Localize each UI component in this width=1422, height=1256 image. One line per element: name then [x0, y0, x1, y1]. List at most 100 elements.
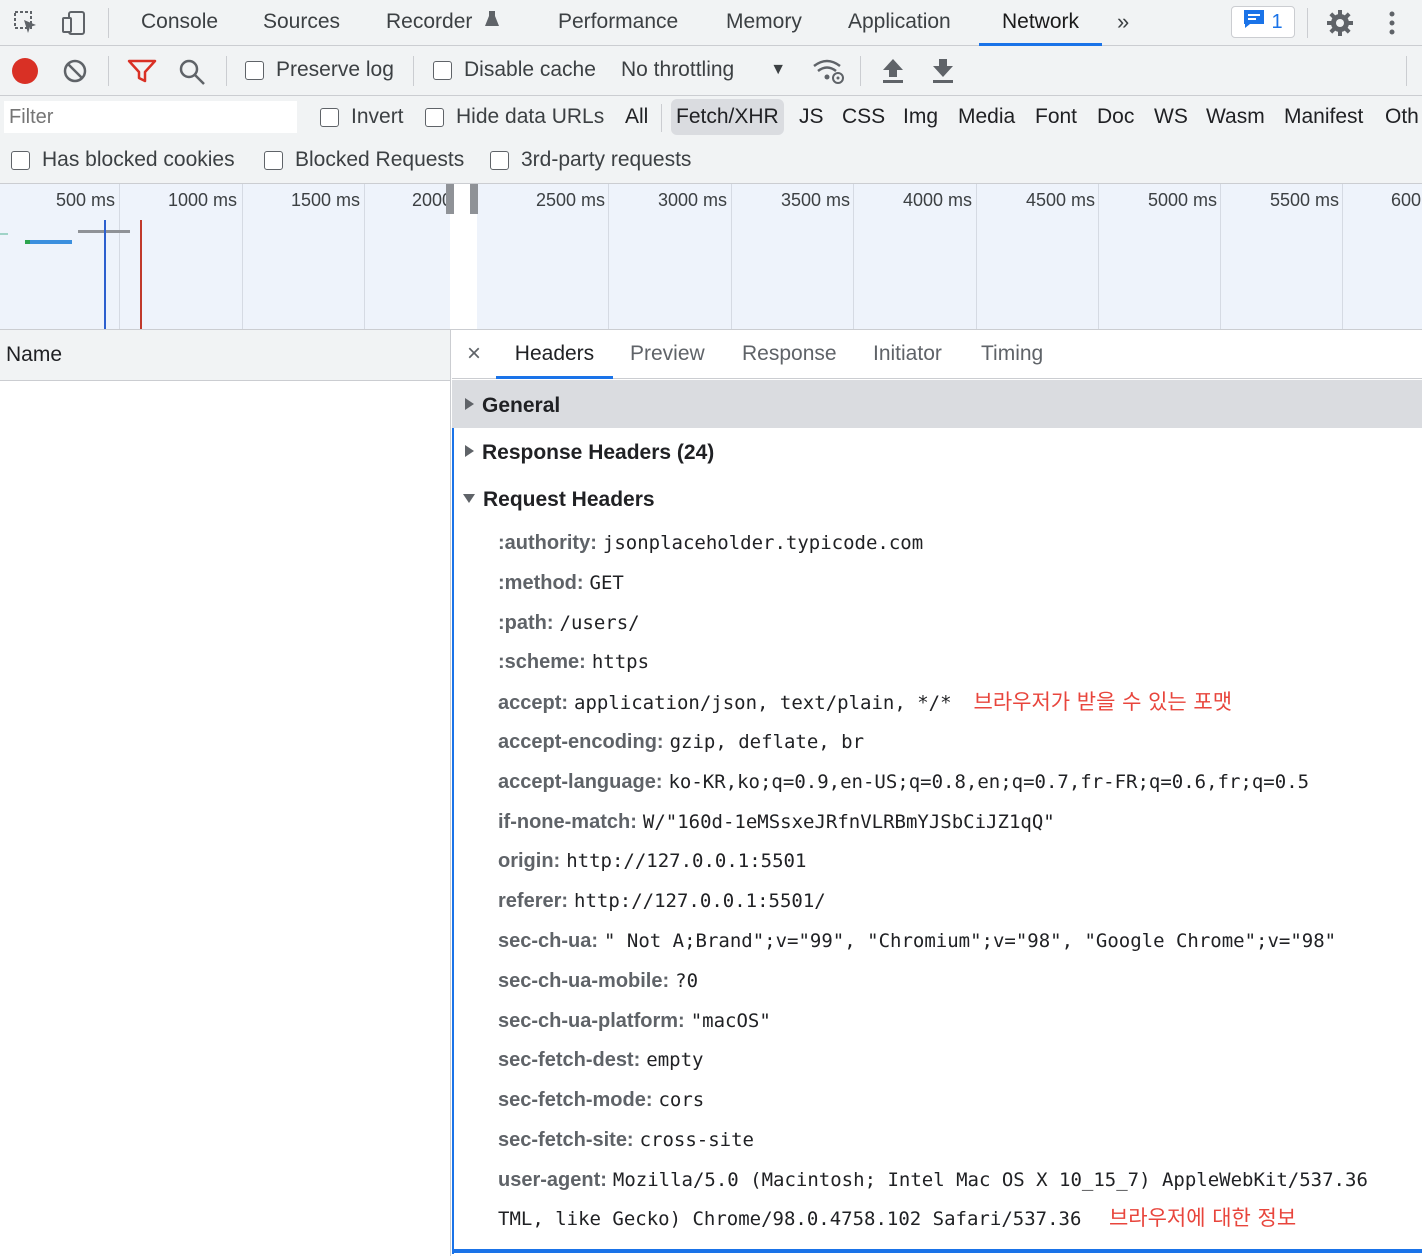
- response-headers-toggle[interactable]: Response Headers (24): [465, 441, 714, 465]
- header-value: http://127.0.0.1:5501: [566, 850, 807, 872]
- request-headers-toggle[interactable]: Request Headers: [463, 488, 655, 512]
- tab-recorder[interactable]: Recorder: [386, 0, 500, 46]
- checkbox-box[interactable]: [320, 107, 339, 127]
- tab-performance[interactable]: Performance: [558, 0, 678, 46]
- header-value: " Not A;Brand";v="99", "Chromium";v="98"…: [604, 930, 1337, 952]
- tab-initiator[interactable]: Initiator: [873, 330, 942, 379]
- tab-preview[interactable]: Preview: [630, 330, 705, 379]
- third-party-requests-checkbox[interactable]: 3rd-party requests: [490, 148, 691, 172]
- expand-arrow-icon: [465, 445, 474, 458]
- checkbox-box[interactable]: [11, 150, 30, 170]
- name-column-header[interactable]: Name: [0, 330, 450, 381]
- filter-type-doc[interactable]: Doc: [1092, 99, 1139, 135]
- header-row: user-agent: Mozilla/5.0 (Macintosh; Intel…: [498, 1167, 1368, 1193]
- selection-handle-left[interactable]: [446, 184, 454, 214]
- network-conditions-icon[interactable]: [812, 56, 846, 92]
- device-toolbar-icon[interactable]: [58, 7, 90, 39]
- tab-response[interactable]: Response: [742, 330, 837, 379]
- tab-sources[interactable]: Sources: [263, 0, 340, 46]
- checkbox-box[interactable]: [425, 107, 444, 127]
- header-row: origin: http://127.0.0.1:5501: [498, 848, 806, 874]
- annotation-note: 브라우저가 받을 수 있는 포맷: [973, 690, 1233, 714]
- selection-handle-right[interactable]: [470, 184, 478, 214]
- filter-type-manifest[interactable]: Manifest: [1279, 99, 1368, 135]
- tab-application[interactable]: Application: [848, 0, 951, 46]
- tab-memory[interactable]: Memory: [726, 0, 802, 46]
- filter-type-css[interactable]: CSS: [837, 99, 890, 135]
- blocked-requests-checkbox[interactable]: Blocked Requests: [264, 148, 464, 172]
- header-row: accept-encoding: gzip, deflate, br: [498, 729, 864, 755]
- header-row: sec-fetch-mode: cors: [498, 1087, 704, 1113]
- header-name: sec-ch-ua-mobile:: [498, 970, 670, 992]
- timeline-gridline: [731, 184, 732, 329]
- tick-label: 2500 ms: [535, 190, 605, 210]
- tick-label: 600: [1391, 190, 1422, 210]
- header-row: :path:/users/: [498, 610, 640, 636]
- filter-bar: Invert Hide data URLs All Fetch/XHR JS C…: [0, 96, 1422, 184]
- header-name: sec-ch-ua:: [498, 930, 599, 952]
- tab-headers[interactable]: Headers: [496, 330, 613, 379]
- filter-type-ws[interactable]: WS: [1149, 99, 1193, 135]
- network-overview[interactable]: 500 ms 1000 ms 1500 ms 2000 ms 2500 ms 3…: [0, 184, 1422, 330]
- hide-data-urls-label: Hide data URLs: [456, 105, 605, 128]
- checkbox-box[interactable]: [245, 60, 264, 80]
- timeline-gridline: [976, 184, 977, 329]
- hide-data-urls-checkbox[interactable]: Hide data URLs: [425, 105, 604, 129]
- export-har-icon[interactable]: [930, 57, 956, 91]
- filter-type-wasm[interactable]: Wasm: [1201, 99, 1270, 135]
- filter-funnel-icon[interactable]: [127, 58, 157, 90]
- header-name: sec-fetch-site:: [498, 1129, 634, 1151]
- filter-type-font[interactable]: Font: [1030, 99, 1082, 135]
- filter-type-img[interactable]: Img: [898, 99, 943, 135]
- clear-icon[interactable]: [62, 58, 88, 90]
- tab-recorder-label: Recorder: [386, 10, 473, 33]
- header-value: http://127.0.0.1:5501/: [574, 890, 826, 912]
- record-button[interactable]: [12, 58, 38, 84]
- tick-label: 4500 ms: [1025, 190, 1095, 210]
- timeline-gridline: [364, 184, 365, 329]
- checkbox-box[interactable]: [264, 150, 283, 170]
- more-options-icon[interactable]: [1376, 7, 1408, 39]
- issues-badge[interactable]: 1: [1231, 6, 1295, 38]
- checkbox-box[interactable]: [433, 60, 452, 80]
- divider: [1307, 8, 1308, 38]
- devtools-tab-bar: Console Sources Recorder Performance Mem…: [0, 0, 1422, 46]
- inspect-element-icon[interactable]: [10, 7, 42, 39]
- header-row: sec-fetch-site: cross-site: [498, 1127, 754, 1153]
- general-section-toggle[interactable]: General: [465, 394, 560, 418]
- header-value: jsonplaceholder.typicode.com: [602, 532, 924, 554]
- has-blocked-cookies-checkbox[interactable]: Has blocked cookies: [11, 148, 235, 172]
- general-section-title: General: [482, 394, 561, 417]
- header-row-continuation: TML, like Gecko) Chrome/98.0.4758.102 Sa…: [498, 1205, 1296, 1232]
- filter-type-media[interactable]: Media: [953, 99, 1020, 135]
- tab-timing[interactable]: Timing: [981, 330, 1043, 379]
- tab-console[interactable]: Console: [141, 0, 218, 46]
- checkbox-box[interactable]: [490, 150, 509, 170]
- timeline-gridline: [1342, 184, 1343, 329]
- general-section-header[interactable]: [452, 380, 1422, 428]
- more-tabs-icon[interactable]: »: [1117, 0, 1129, 46]
- invert-checkbox[interactable]: Invert: [320, 105, 404, 129]
- tab-network[interactable]: Network: [979, 0, 1102, 46]
- throttling-select[interactable]: No throttling ▼: [621, 58, 786, 82]
- import-har-icon[interactable]: [880, 57, 906, 91]
- header-row: sec-ch-ua-mobile: ?0: [498, 968, 698, 994]
- filter-input[interactable]: [4, 101, 297, 133]
- close-icon[interactable]: ×: [467, 340, 481, 368]
- annotation-note: 브라우저에 대한 정보: [1108, 1206, 1297, 1230]
- invert-label: Invert: [351, 105, 404, 128]
- header-value: application/json, text/plain, */*: [574, 692, 952, 714]
- header-row: :method: GET: [498, 570, 624, 596]
- settings-gear-icon[interactable]: [1324, 7, 1356, 39]
- filter-type-other[interactable]: Oth: [1380, 99, 1422, 135]
- header-value: TML, like Gecko) Chrome/98.0.4758.102 Sa…: [498, 1208, 1082, 1230]
- timeline-gridline: [119, 184, 120, 329]
- divider: [108, 8, 109, 38]
- preserve-log-checkbox[interactable]: Preserve log: [245, 58, 394, 82]
- search-icon[interactable]: [178, 58, 206, 92]
- header-value: https: [591, 651, 650, 673]
- filter-type-js[interactable]: JS: [794, 99, 829, 135]
- filter-type-fetch-xhr[interactable]: Fetch/XHR: [671, 99, 784, 135]
- disable-cache-checkbox[interactable]: Disable cache: [433, 58, 596, 82]
- filter-type-all[interactable]: All: [620, 99, 653, 135]
